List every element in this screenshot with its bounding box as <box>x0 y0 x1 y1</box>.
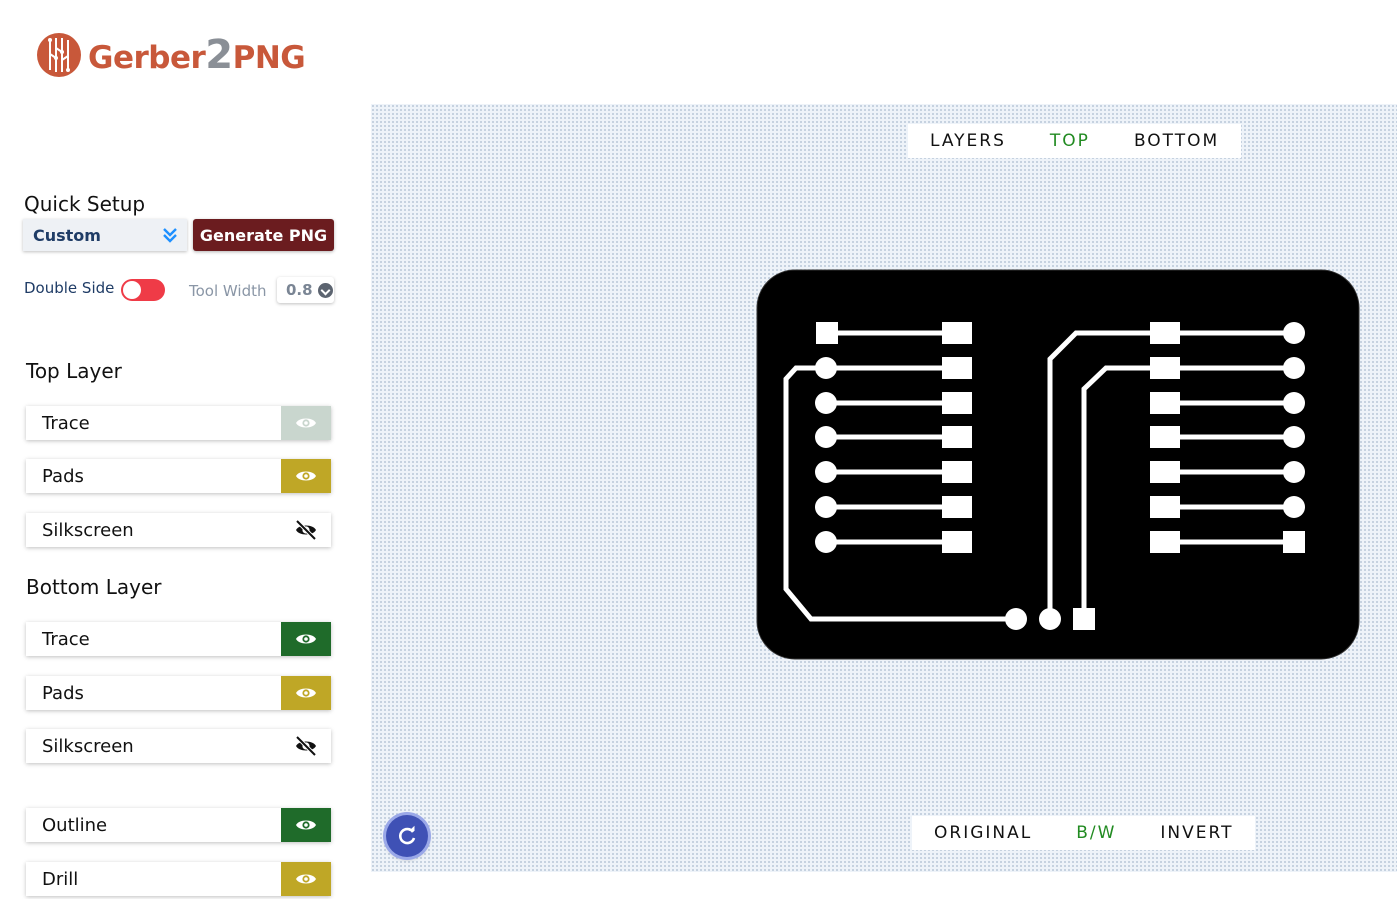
visibility-toggle[interactable] <box>281 862 331 896</box>
visibility-toggle[interactable] <box>281 622 331 656</box>
eye-icon <box>296 820 316 830</box>
outline-layer[interactable]: Outline <box>26 808 331 842</box>
eye-off-icon <box>295 519 317 541</box>
visibility-toggle[interactable] <box>281 513 331 547</box>
tool-width-select[interactable]: 0.8 <box>277 277 334 303</box>
bottom-pads-layer[interactable]: Pads <box>26 676 331 710</box>
view-tabs: LAYERS TOP BOTTOM <box>908 124 1242 158</box>
double-side-toggle[interactable] <box>121 279 165 301</box>
tab-bw[interactable]: B/W <box>1054 816 1139 850</box>
tab-invert[interactable]: INVERT <box>1138 816 1256 850</box>
dropdown-circle-icon <box>317 282 333 298</box>
preset-select[interactable]: Custom <box>23 219 187 251</box>
visibility-toggle[interactable] <box>281 459 331 493</box>
quick-setup-title: Quick Setup <box>24 192 146 216</box>
double-chevron-down-icon <box>163 228 177 243</box>
preset-select-value: Custom <box>33 225 101 245</box>
top-trace-layer[interactable]: Trace <box>26 406 331 440</box>
layer-label: Silkscreen <box>42 735 134 757</box>
pcb-preview <box>756 269 1360 660</box>
refresh-icon <box>399 825 416 845</box>
layer-label: Drill <box>42 868 79 890</box>
app-logo: Gerber2PNG <box>36 30 306 80</box>
layer-label: Trace <box>42 412 90 434</box>
generate-png-button[interactable]: Generate PNG <box>193 219 334 251</box>
tab-bottom[interactable]: BOTTOM <box>1111 124 1242 158</box>
eye-icon <box>296 688 316 698</box>
tool-width-value: 0.8 <box>286 281 313 299</box>
layer-label: Pads <box>42 682 84 704</box>
mode-tabs: ORIGINAL B/W INVERT <box>912 816 1256 850</box>
double-side-label: Double Side <box>24 279 115 297</box>
top-pads-layer[interactable]: Pads <box>26 459 331 493</box>
tab-layers[interactable]: LAYERS <box>908 124 1028 158</box>
eye-off-icon <box>295 735 317 757</box>
tab-top[interactable]: TOP <box>1027 124 1112 158</box>
layer-label: Pads <box>42 465 84 487</box>
bottom-layer-title: Bottom Layer <box>26 575 162 599</box>
layer-label: Silkscreen <box>42 519 134 541</box>
eye-icon <box>296 418 316 428</box>
top-silkscreen-layer[interactable]: Silkscreen <box>26 513 331 547</box>
pcb-board <box>756 269 1360 660</box>
eye-icon <box>296 634 316 644</box>
refresh-button[interactable] <box>386 815 428 857</box>
circuit-logo-icon <box>37 33 81 77</box>
eye-icon <box>296 874 316 884</box>
toggle-knob <box>123 281 141 299</box>
top-layer-title: Top Layer <box>26 359 122 383</box>
bottom-trace-layer[interactable]: Trace <box>26 622 331 656</box>
visibility-toggle[interactable] <box>281 676 331 710</box>
visibility-toggle[interactable] <box>281 808 331 842</box>
visibility-toggle[interactable] <box>281 406 331 440</box>
layer-label: Trace <box>42 628 90 650</box>
brand-name: Gerber2PNG <box>88 32 306 78</box>
bottom-silkscreen-layer[interactable]: Silkscreen <box>26 729 331 763</box>
eye-icon <box>296 471 316 481</box>
layer-label: Outline <box>42 814 108 836</box>
visibility-toggle[interactable] <box>281 729 331 763</box>
tab-original[interactable]: ORIGINAL <box>912 816 1055 850</box>
drill-layer[interactable]: Drill <box>26 862 331 896</box>
tool-width-label: Tool Width <box>189 282 267 300</box>
